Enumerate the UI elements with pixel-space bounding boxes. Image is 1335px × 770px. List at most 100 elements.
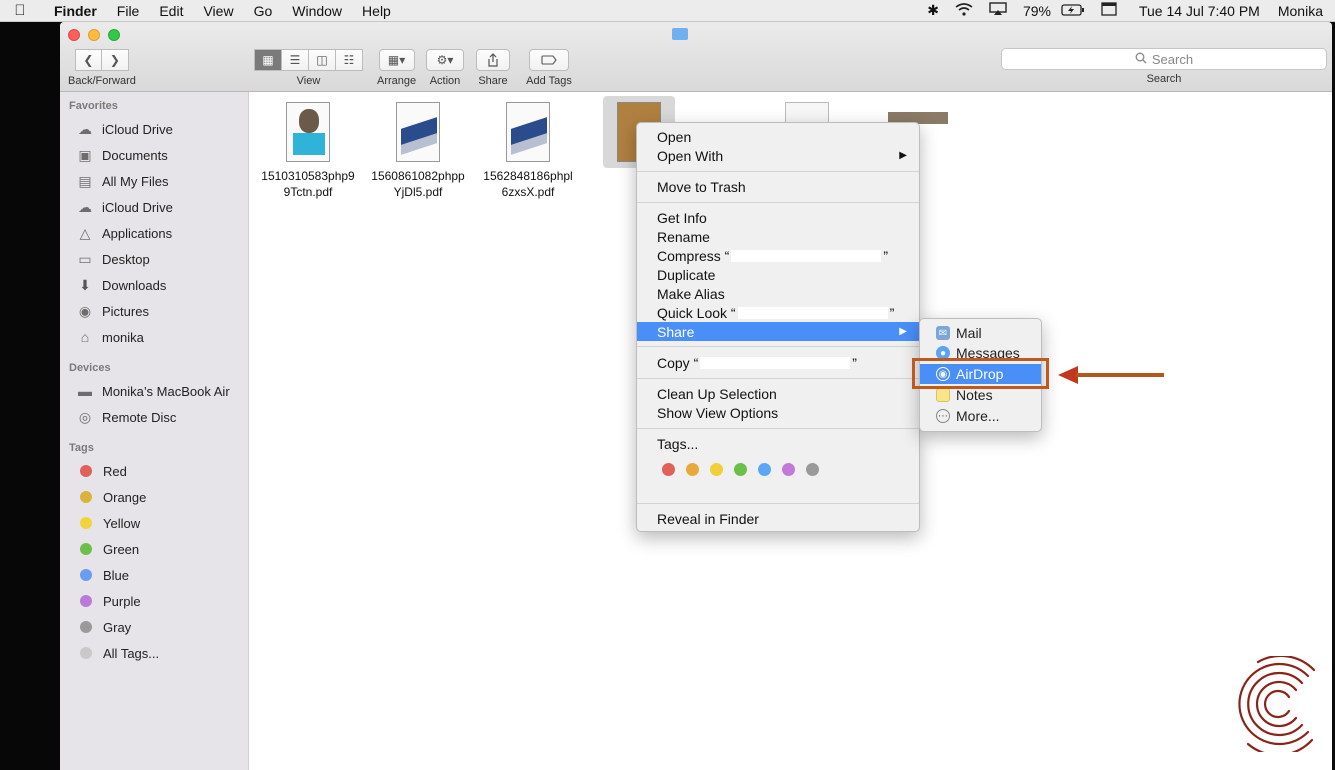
sidebar-tag-blue[interactable]: Blue: [76, 564, 246, 586]
annotation-arrow-icon: [1058, 366, 1164, 384]
close-button[interactable]: [68, 29, 80, 41]
menu-finder[interactable]: Finder: [40, 3, 107, 19]
arrange-button[interactable]: ▦▾: [378, 49, 415, 71]
sidebar-tag-all[interactable]: All Tags...: [76, 642, 246, 664]
bluetooth-icon[interactable]: ✱: [919, 2, 947, 19]
sidebar-item-icloud-drive[interactable]: ☁ iCloud Drive: [76, 118, 246, 140]
sidebar-tag-purple[interactable]: Purple: [76, 590, 246, 612]
wifi-icon[interactable]: [947, 2, 981, 19]
airplay-icon[interactable]: [981, 2, 1015, 19]
sidebar-item-label: Red: [103, 463, 127, 479]
add-tags-button[interactable]: [529, 49, 569, 71]
sidebar-item-icloud-drive-2[interactable]: ☁ iCloud Drive: [76, 196, 246, 218]
sidebar-item-macbook[interactable]: ▬ Monika’s MacBook Air: [76, 380, 246, 402]
menu-edit[interactable]: Edit: [149, 3, 193, 19]
menu-item-share[interactable]: Share ▶: [637, 322, 919, 341]
menu-window[interactable]: Window: [282, 3, 352, 19]
user-name[interactable]: Monika: [1268, 3, 1335, 19]
menu-item-clean-up[interactable]: Clean Up Selection: [637, 384, 919, 403]
tag-yellow-dot[interactable]: [710, 463, 723, 476]
apple-icon[interactable]: : [0, 2, 40, 19]
menu-item-label: Duplicate: [657, 266, 716, 283]
cloud-icon: ☁: [78, 198, 92, 215]
menu-item-open[interactable]: Open: [637, 127, 919, 146]
calendar-icon[interactable]: [1093, 2, 1125, 19]
toolbar: ❮ ❯ Back/Forward ▦ ☰ ◫ ☷ View ▦▾ Arrange…: [60, 22, 1332, 92]
battery-icon[interactable]: [1053, 3, 1093, 19]
sidebar-tag-green[interactable]: Green: [76, 538, 246, 560]
file-item[interactable]: 1562848186phpl 6zxsX.pdf: [473, 102, 583, 200]
column-view-button[interactable]: ◫: [309, 49, 336, 71]
menu-item-tags[interactable]: Tags...: [637, 434, 919, 453]
clock-datetime[interactable]: Tue 14 Jul 7:40 PM: [1125, 3, 1268, 19]
sidebar-tag-yellow[interactable]: Yellow: [76, 512, 246, 534]
minimize-button[interactable]: [88, 29, 100, 41]
file-item[interactable]: 1560861082phpp YjDl5.pdf: [363, 102, 473, 200]
action-button[interactable]: ⚙▾: [426, 49, 464, 71]
sidebar-item-pictures[interactable]: ◉ Pictures: [76, 300, 246, 322]
tag-gray-dot[interactable]: [806, 463, 819, 476]
menu-item-quick-look[interactable]: Quick Look “ ”: [637, 303, 919, 322]
menu-go[interactable]: Go: [244, 3, 283, 19]
share-item-more[interactable]: ⋯ More...: [920, 406, 1041, 426]
share-item-mail[interactable]: ✉ Mail: [920, 323, 1041, 343]
menu-separator: [637, 378, 919, 379]
sidebar-item-documents[interactable]: ▣ Documents: [76, 144, 246, 166]
devices-header: Devices: [69, 362, 111, 374]
list-view-button[interactable]: ☰: [282, 49, 309, 71]
sidebar-item-home[interactable]: ⌂ monika: [76, 326, 246, 348]
forward-button[interactable]: ❯: [101, 49, 129, 71]
menu-item-move-to-trash[interactable]: Move to Trash: [637, 177, 919, 196]
menu-item-duplicate[interactable]: Duplicate: [637, 265, 919, 284]
file-name-line2: 9Tctn.pdf: [283, 185, 333, 199]
file-item[interactable]: 1510310583php9 9Tctn.pdf: [253, 102, 363, 200]
sidebar-item-remote-disc[interactable]: ◎ Remote Disc: [76, 406, 246, 428]
menu-item-reveal-in-finder[interactable]: Reveal in Finder: [637, 509, 919, 528]
menu-item-show-view-options[interactable]: Show View Options: [637, 403, 919, 422]
sidebar-item-label: Orange: [103, 489, 147, 505]
file-item-partial[interactable]: [785, 102, 829, 122]
sidebar-tag-gray[interactable]: Gray: [76, 616, 246, 638]
menu-help[interactable]: Help: [352, 3, 401, 19]
share-group: Share: [476, 49, 510, 87]
tag-blue-dot[interactable]: [758, 463, 771, 476]
menu-separator: [637, 202, 919, 203]
sidebar-item-label: Monika’s MacBook Air: [102, 383, 230, 399]
menu-view[interactable]: View: [193, 3, 243, 19]
tag-green-dot[interactable]: [734, 463, 747, 476]
share-button[interactable]: [476, 49, 510, 71]
menu-item-make-alias[interactable]: Make Alias: [637, 284, 919, 303]
tag-color-dot: [80, 517, 92, 529]
share-item-label: More...: [956, 408, 1000, 424]
back-button[interactable]: ❮: [74, 49, 102, 71]
tag-red-dot[interactable]: [662, 463, 675, 476]
menu-item-compress[interactable]: Compress “ ”: [637, 246, 919, 265]
sidebar-item-desktop[interactable]: ▭ Desktop: [76, 248, 246, 270]
menu-item-open-with[interactable]: Open With ▶: [637, 146, 919, 165]
cover-flow-button[interactable]: ☷: [336, 49, 363, 71]
chevron-left-icon: ❮: [83, 53, 94, 67]
sidebar-item-all-my-files[interactable]: ▤ All My Files: [76, 170, 246, 192]
tag-color-dot: [80, 491, 92, 503]
sidebar-tag-orange[interactable]: Orange: [76, 486, 246, 508]
sidebar-item-applications[interactable]: △ Applications: [76, 222, 246, 244]
applications-icon: △: [79, 224, 91, 241]
menu-item-get-info[interactable]: Get Info: [637, 208, 919, 227]
tag-orange-dot[interactable]: [686, 463, 699, 476]
notes-icon: [936, 388, 950, 402]
file-name-line2: 6zxsX.pdf: [501, 185, 555, 199]
menu-item-copy[interactable]: Copy “ ”: [637, 353, 919, 372]
menu-file[interactable]: File: [107, 3, 150, 19]
menu-item-rename[interactable]: Rename: [637, 227, 919, 246]
sidebar-tag-red[interactable]: Red: [76, 460, 246, 482]
menu-item-quote: ”: [889, 304, 895, 321]
sidebar-item-downloads[interactable]: ⬇ Downloads: [76, 274, 246, 296]
battery-percentage[interactable]: 79%: [1015, 3, 1053, 19]
tag-purple-dot[interactable]: [782, 463, 795, 476]
cover-flow-icon: ☷: [343, 53, 355, 67]
sidebar-item-label: Blue: [103, 567, 130, 583]
zoom-button[interactable]: [108, 29, 120, 41]
pdf-thumbnail: [396, 102, 440, 162]
search-input[interactable]: Search: [1001, 48, 1327, 70]
icon-view-button[interactable]: ▦: [254, 49, 282, 71]
